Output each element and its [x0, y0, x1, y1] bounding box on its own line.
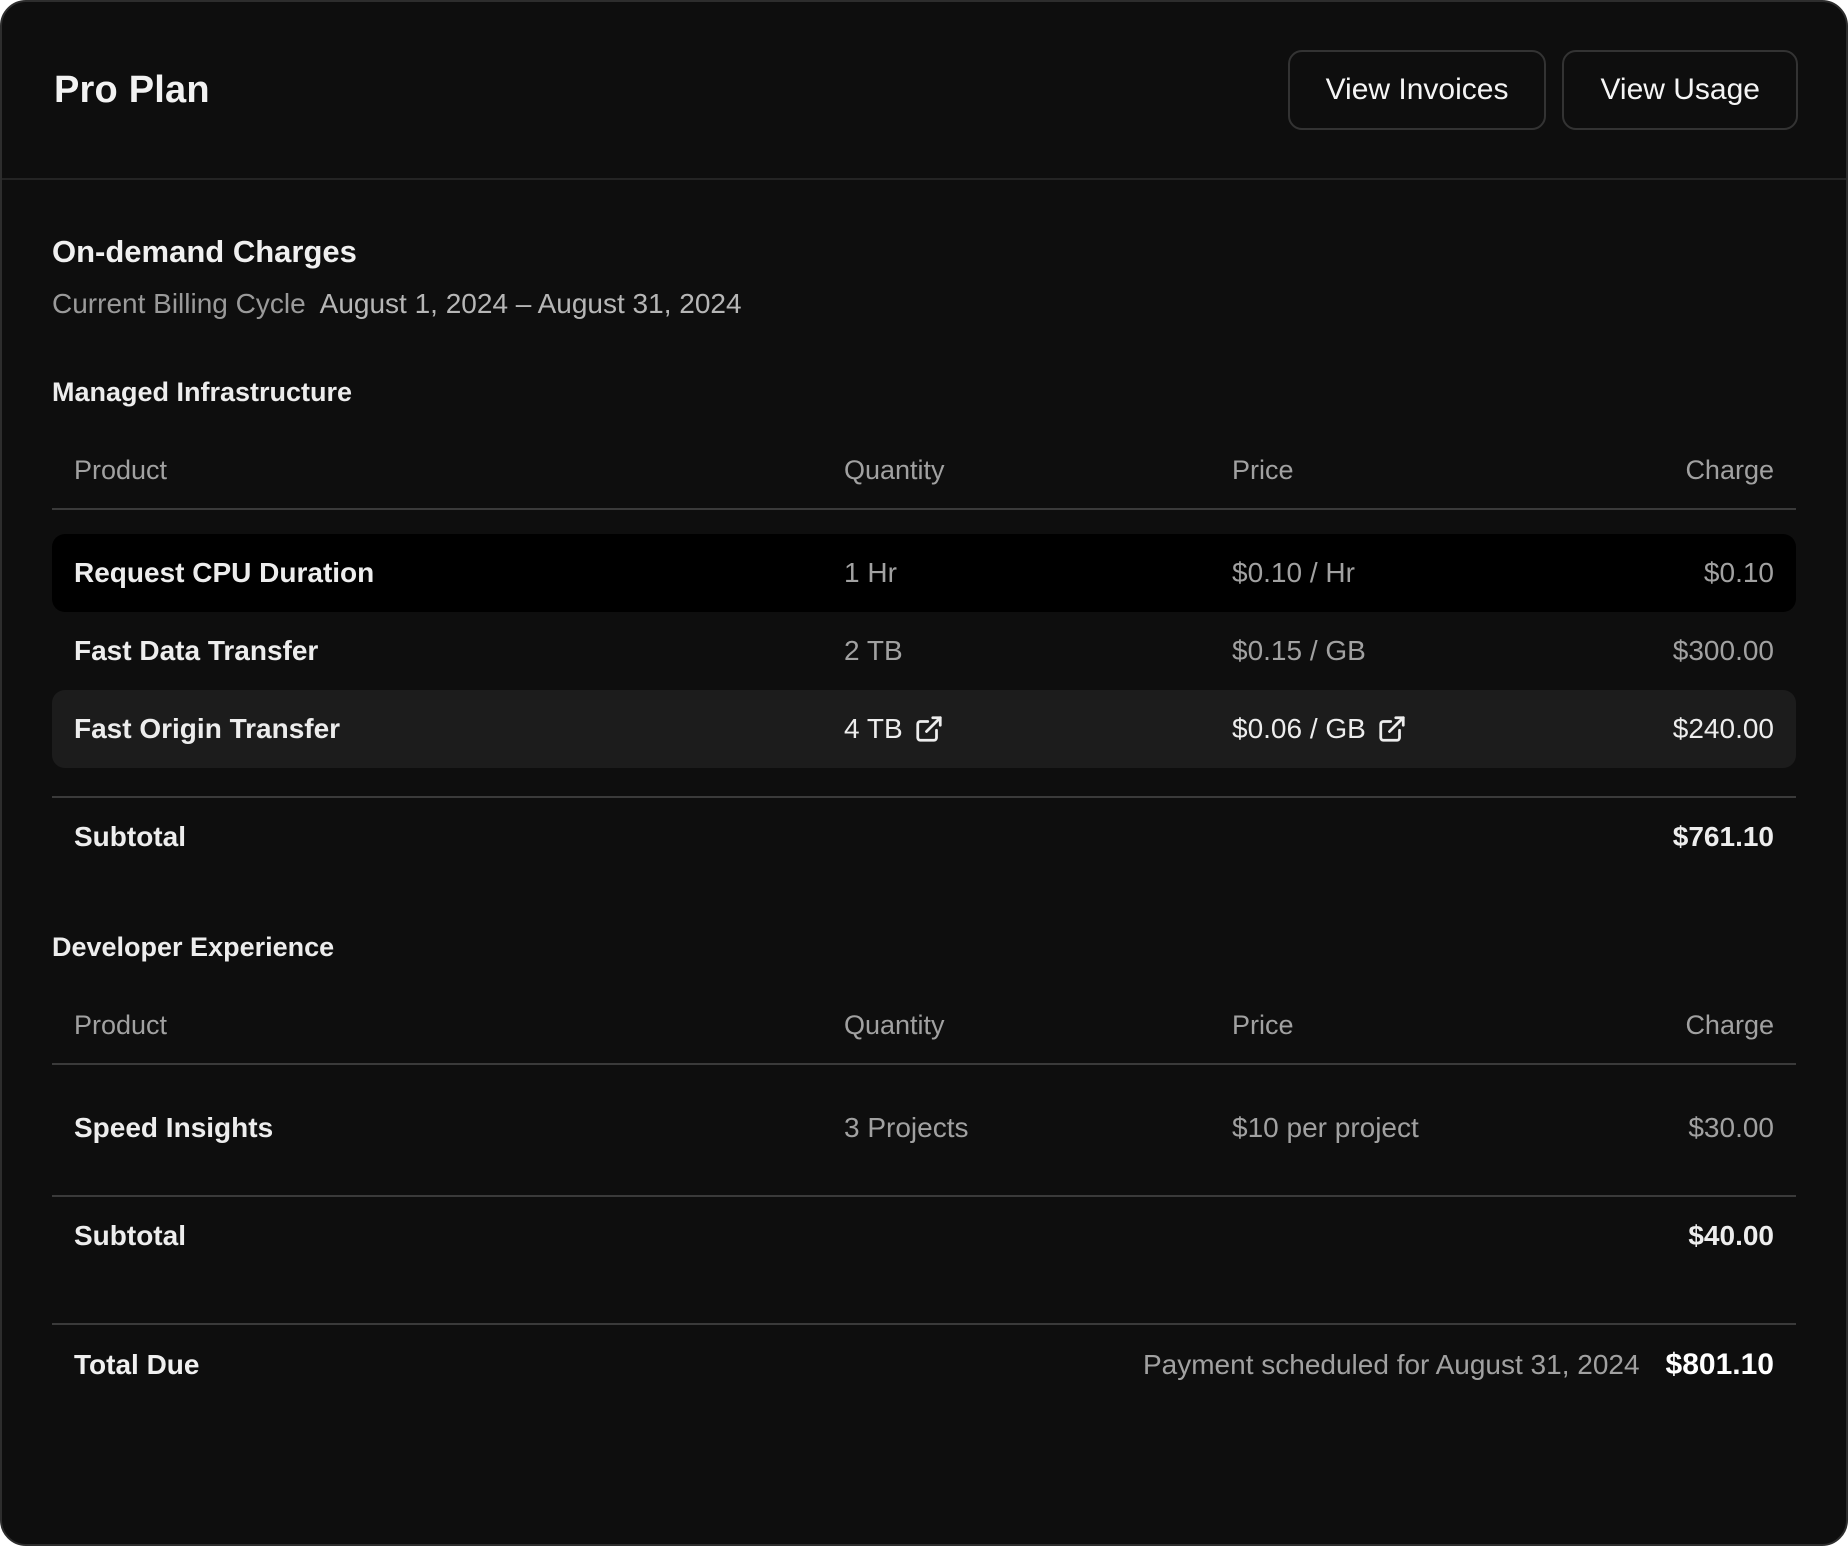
billing-panel: Pro Plan View Invoices View Usage On-dem… — [0, 0, 1848, 1546]
on-demand-charges-title: On-demand Charges — [52, 232, 1796, 272]
view-invoices-button[interactable]: View Invoices — [1288, 50, 1547, 130]
subtotal-value: $40.00 — [1688, 1220, 1774, 1252]
column-header-charge: Charge — [1540, 455, 1796, 486]
subtotal-value: $761.10 — [1673, 821, 1774, 853]
external-link-icon[interactable] — [1377, 714, 1407, 744]
subtotal-row: Subtotal $761.10 — [52, 798, 1796, 876]
column-header-quantity: Quantity — [822, 1010, 1210, 1041]
quantity-value: 4 TB — [844, 713, 903, 745]
column-header-charge: Charge — [1540, 1010, 1796, 1041]
billing-cycle-range: August 1, 2024 – August 31, 2024 — [320, 288, 742, 319]
subtotal-label: Subtotal — [74, 1220, 186, 1252]
total-right: Payment scheduled for August 31, 2024 $8… — [1143, 1348, 1774, 1382]
charge-cell: $30.00 — [1540, 1112, 1796, 1144]
table-row[interactable]: Speed Insights 3 Projects $10 per projec… — [52, 1089, 1796, 1167]
developer-experience-table: Speed Insights 3 Projects $10 per projec… — [52, 1089, 1796, 1167]
column-header-quantity: Quantity — [822, 455, 1210, 486]
page-title: Pro Plan — [54, 69, 210, 112]
product-cell: Request CPU Duration — [52, 557, 822, 589]
external-link-icon[interactable] — [914, 714, 944, 744]
billing-cycle: Current Billing Cycle August 1, 2024 – Au… — [52, 287, 1796, 321]
charge-cell: $300.00 — [1540, 635, 1796, 667]
table-header: Product Quantity Price Charge — [52, 455, 1796, 510]
payment-scheduled-note: Payment scheduled for August 31, 2024 — [1143, 1349, 1640, 1381]
subtotal-label: Subtotal — [74, 821, 186, 853]
price-value: $0.06 / GB — [1232, 713, 1366, 745]
table-row[interactable]: Request CPU Duration 1 Hr $0.10 / Hr $0.… — [52, 534, 1796, 612]
managed-infrastructure-title: Managed Infrastructure — [52, 375, 1796, 409]
column-header-product: Product — [52, 1010, 822, 1041]
billing-cycle-label: Current Billing Cycle — [52, 288, 306, 319]
developer-experience-title: Developer Experience — [52, 930, 1796, 964]
price-cell: $0.15 / GB — [1210, 635, 1540, 667]
table-row[interactable]: Fast Data Transfer 2 TB $0.15 / GB $300.… — [52, 612, 1796, 690]
panel-body: On-demand Charges Current Billing Cycle A… — [2, 180, 1846, 1405]
product-cell: Fast Data Transfer — [52, 635, 822, 667]
charge-cell: $240.00 — [1540, 713, 1796, 745]
header-actions: View Invoices View Usage — [1288, 50, 1798, 130]
total-due-value: $801.10 — [1666, 1348, 1774, 1382]
charge-cell: $0.10 — [1540, 557, 1796, 589]
table-row[interactable]: Fast Origin Transfer 4 TB $0.06 / GB — [52, 690, 1796, 768]
total-due-label: Total Due — [74, 1349, 199, 1381]
price-cell[interactable]: $0.06 / GB — [1210, 713, 1540, 745]
product-cell: Fast Origin Transfer — [52, 713, 822, 745]
view-usage-button[interactable]: View Usage — [1562, 50, 1798, 130]
total-row: Total Due Payment scheduled for August 3… — [52, 1325, 1796, 1405]
panel-header: Pro Plan View Invoices View Usage — [2, 2, 1846, 180]
price-cell: $0.10 / Hr — [1210, 557, 1540, 589]
quantity-cell: 1 Hr — [822, 557, 1210, 589]
column-header-price: Price — [1210, 455, 1540, 486]
subtotal-row: Subtotal $40.00 — [52, 1197, 1796, 1275]
quantity-cell[interactable]: 4 TB — [822, 713, 1210, 745]
table-header: Product Quantity Price Charge — [52, 1010, 1796, 1065]
quantity-cell: 2 TB — [822, 635, 1210, 667]
managed-infrastructure-table: Request CPU Duration 1 Hr $0.10 / Hr $0.… — [52, 534, 1796, 768]
column-header-product: Product — [52, 455, 822, 486]
price-cell: $10 per project — [1210, 1112, 1540, 1144]
column-header-price: Price — [1210, 1010, 1540, 1041]
quantity-cell: 3 Projects — [822, 1112, 1210, 1144]
product-cell: Speed Insights — [52, 1112, 822, 1144]
